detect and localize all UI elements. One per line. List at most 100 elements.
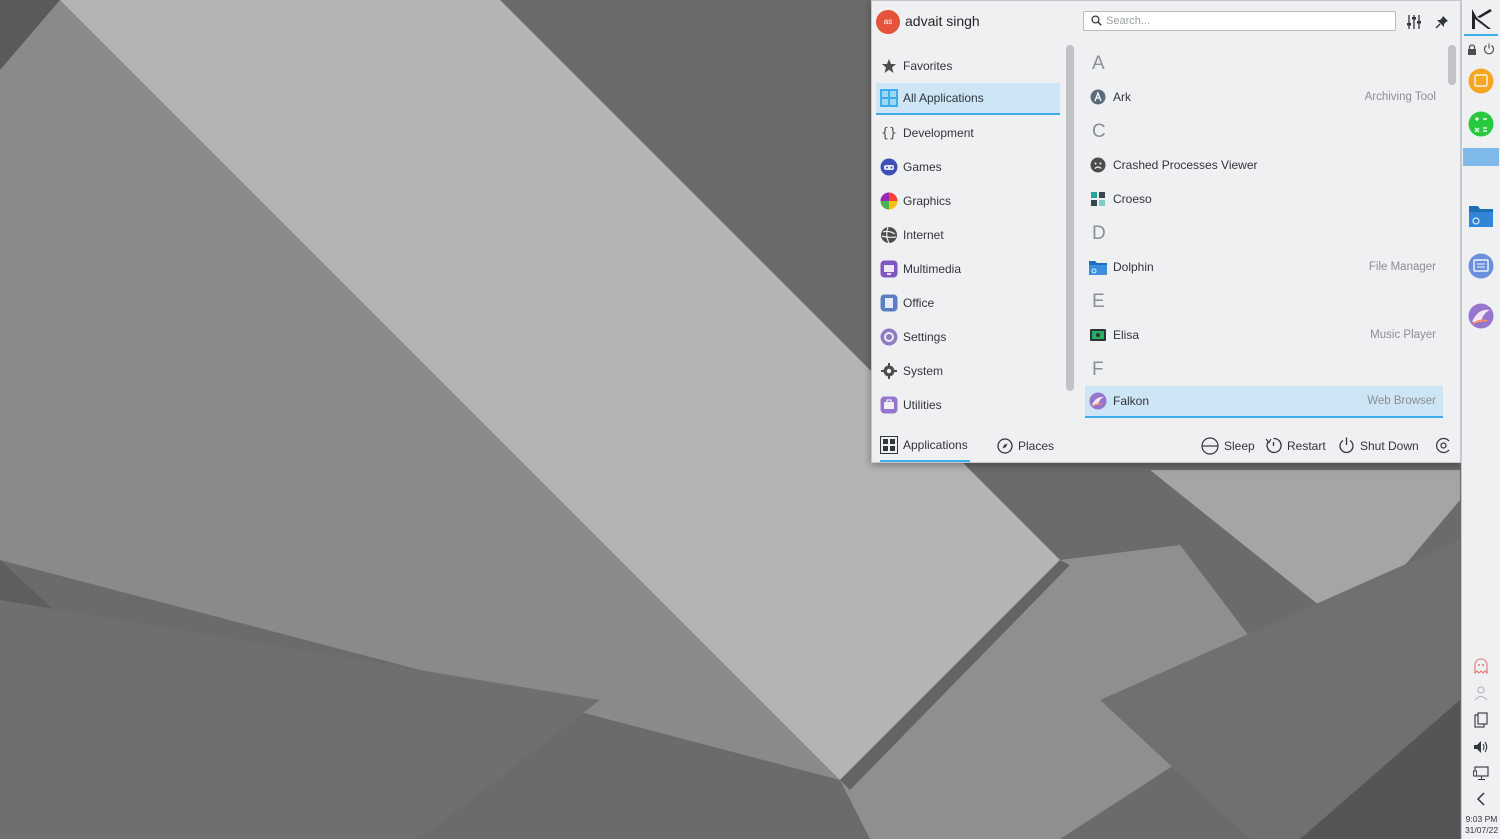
restart-icon: [1265, 437, 1282, 454]
task-active-window[interactable]: [1463, 148, 1499, 166]
category-internet[interactable]: Internet: [876, 219, 1060, 251]
category-all-applications[interactable]: All Applications: [876, 83, 1060, 115]
category-label: Games: [903, 160, 942, 174]
search-icon: [1091, 15, 1102, 26]
task-app-orange[interactable]: [1467, 67, 1495, 95]
configure-button[interactable]: [1403, 11, 1425, 33]
app-item-elisa[interactable]: Elisa Music Player: [1085, 319, 1443, 351]
app-description: Archiving Tool: [1364, 91, 1436, 103]
app-item-falkon[interactable]: Falkon Web Browser: [1085, 386, 1443, 418]
clipboard-icon: [1474, 712, 1488, 728]
restart-button[interactable]: Restart: [1265, 429, 1326, 462]
app-list-scrollbar[interactable]: [1448, 45, 1456, 85]
launcher-footer: Applications Places Sleep Restart Shut D…: [872, 429, 1460, 462]
app-name: Dolphin: [1113, 260, 1154, 274]
lock-screen-button[interactable]: [1465, 42, 1479, 56]
multimedia-icon: [880, 260, 898, 278]
user-icon: [1474, 686, 1488, 701]
power-button[interactable]: [1482, 42, 1496, 56]
category-utilities[interactable]: Utilities: [876, 389, 1060, 421]
app-item-ark[interactable]: Ark Archiving Tool: [1085, 81, 1443, 113]
category-label: System: [903, 364, 944, 378]
category-label: Office: [903, 296, 935, 310]
ark-icon: [1089, 88, 1107, 106]
app-item-croeso[interactable]: Croeso: [1085, 183, 1443, 215]
croeso-icon: [1089, 190, 1107, 208]
tray-ghost[interactable]: [1472, 657, 1490, 675]
display-icon: [1473, 765, 1489, 780]
category-favorites[interactable]: Favorites: [876, 50, 1060, 82]
category-games[interactable]: Games: [876, 151, 1060, 183]
digital-clock[interactable]: 9:03 PM 31/07/22: [1462, 814, 1500, 836]
tray-display[interactable]: [1472, 764, 1490, 782]
tab-label: Places: [1018, 438, 1055, 453]
tab-applications[interactable]: Applications: [880, 429, 970, 462]
category-office[interactable]: Office: [876, 287, 1060, 319]
tab-places[interactable]: Places: [997, 429, 1054, 462]
action-label: Shut Down: [1360, 438, 1419, 453]
gamepad-icon: [880, 158, 898, 176]
tab-label: Applications: [903, 437, 968, 452]
star-icon: [880, 57, 898, 75]
category-label: Multimedia: [903, 262, 962, 276]
calculator-icon: [1468, 111, 1494, 137]
grid-icon: [880, 89, 898, 107]
app-launcher-icon: [1472, 9, 1492, 29]
category-multimedia[interactable]: Multimedia: [876, 253, 1060, 285]
tray-clipboard[interactable]: [1472, 711, 1490, 729]
avatar[interactable]: as: [876, 10, 900, 34]
tray-user[interactable]: [1472, 684, 1490, 702]
launcher-button[interactable]: [1464, 4, 1498, 36]
category-label: Settings: [903, 330, 947, 344]
search-input[interactable]: [1106, 13, 1391, 29]
ghost-icon: [1474, 658, 1488, 674]
leave-icon: [1435, 437, 1452, 454]
app-item-crashed-processes-viewer[interactable]: Crashed Processes Viewer: [1085, 149, 1443, 181]
pin-icon: [1435, 16, 1448, 29]
category-settings[interactable]: Settings: [876, 321, 1060, 353]
orange-app-icon: [1468, 68, 1494, 94]
shut-down-button[interactable]: Shut Down: [1338, 429, 1419, 462]
leave-button[interactable]: [1435, 429, 1452, 462]
pin-button[interactable]: [1431, 11, 1453, 33]
task-dolphin[interactable]: [1467, 202, 1495, 230]
color-wheel-icon: [880, 192, 898, 210]
app-description: Music Player: [1370, 329, 1436, 341]
sleep-icon: [1201, 436, 1219, 455]
user-name: advait singh: [905, 13, 980, 29]
category-scrollbar[interactable]: [1066, 45, 1074, 391]
search-field[interactable]: [1083, 11, 1396, 31]
sleep-button[interactable]: Sleep: [1201, 429, 1255, 462]
crash-face-icon: [1089, 156, 1107, 174]
gear-icon: [880, 362, 898, 380]
section-letter: C: [1092, 121, 1106, 142]
category-label: Graphics: [903, 194, 952, 208]
tray-expand-button[interactable]: [1472, 790, 1490, 808]
category-label: All Applications: [903, 91, 984, 105]
monitor-app-icon: [1468, 253, 1494, 279]
category-label: Utilities: [903, 398, 942, 412]
power-icon: [1338, 437, 1355, 454]
task-falkon[interactable]: [1467, 302, 1495, 330]
app-description: File Manager: [1368, 261, 1436, 273]
app-name: Ark: [1113, 90, 1131, 104]
tray-volume[interactable]: [1472, 738, 1490, 756]
category-graphics[interactable]: Graphics: [876, 185, 1060, 217]
apps-grid-icon: [880, 435, 898, 454]
compass-icon: [997, 437, 1013, 454]
application-launcher: as advait singh Search... Favorites All …: [871, 0, 1461, 463]
category-system[interactable]: System: [876, 355, 1060, 387]
task-calculator[interactable]: [1467, 110, 1495, 138]
action-label: Sleep: [1224, 438, 1255, 453]
section-letter: D: [1092, 223, 1106, 244]
task-system-monitor[interactable]: [1467, 252, 1495, 280]
folder-icon: [1469, 206, 1493, 227]
globe-icon: [880, 226, 898, 244]
category-development[interactable]: {} Development: [876, 117, 1060, 149]
app-item-dolphin[interactable]: Dolphin File Manager: [1085, 251, 1443, 283]
section-letter: F: [1092, 359, 1104, 380]
category-list: Favorites All Applications {} Developmen…: [876, 49, 1061, 419]
falkon-icon: [1468, 303, 1494, 329]
app-name: Croeso: [1113, 192, 1152, 206]
sliders-icon: [1407, 15, 1421, 29]
